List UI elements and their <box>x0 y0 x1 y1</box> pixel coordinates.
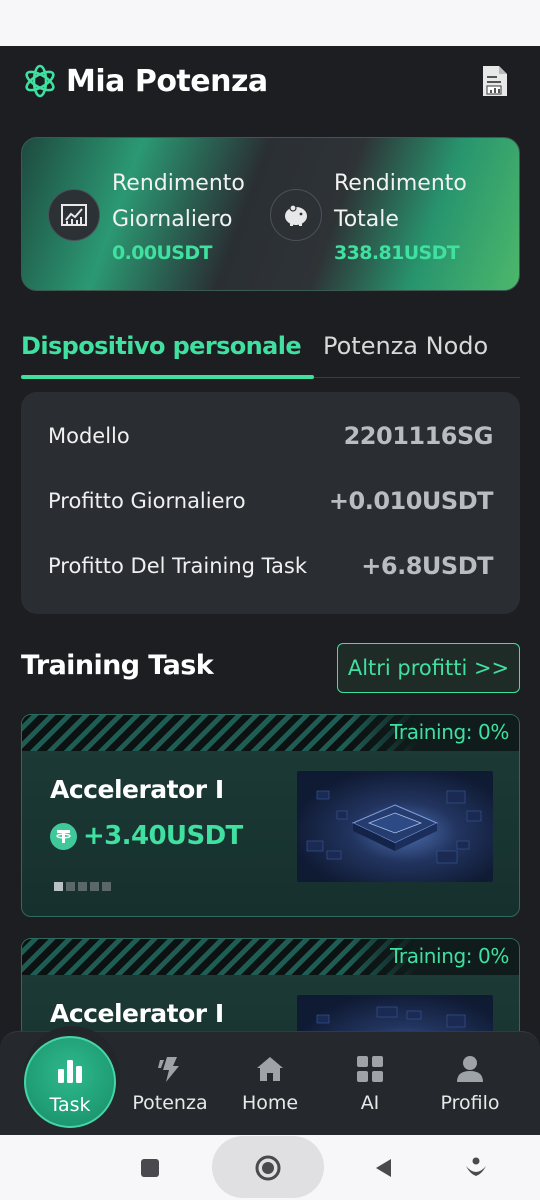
level-dot <box>54 882 63 891</box>
daily-earnings-value: 0.00USDT <box>112 242 213 264</box>
back-triangle-icon <box>376 1158 391 1177</box>
earnings-summary-card: Rendimento Giornaliero 0.00USDT Rendimen… <box>21 137 520 291</box>
more-profits-button[interactable]: Altri profitti >> <box>337 643 520 693</box>
nav-label: Potenza <box>132 1092 208 1114</box>
nav-label: Task <box>49 1094 91 1116</box>
nav-label: AI <box>360 1092 380 1114</box>
square-icon <box>141 1158 159 1177</box>
user-icon <box>457 1056 483 1082</box>
device-row-model: Modello 2201116SG <box>48 422 494 450</box>
home-button[interactable] <box>248 1135 288 1200</box>
task-status: Training: 0% <box>390 720 509 744</box>
home-icon <box>257 1057 283 1081</box>
device-row-label: Profitto Giornaliero <box>48 489 246 513</box>
daily-earnings: Rendimento Giornaliero 0.00USDT <box>48 166 272 264</box>
device-row-label: Profitto Del Training Task <box>48 554 307 578</box>
device-row-value: +0.010USDT <box>328 487 494 515</box>
device-info-card: Modello 2201116SG Profitto Giornaliero +… <box>21 392 520 614</box>
bar-chart-icon <box>58 1060 82 1083</box>
nav-item-profilo[interactable]: Profilo <box>420 1032 520 1136</box>
report-icon[interactable] <box>480 64 510 98</box>
circle-icon <box>255 1155 281 1180</box>
task-card[interactable]: Training: 0% Accelerator I +3.40USDT <box>21 714 520 917</box>
tab-node-power[interactable]: Potenza Nodo <box>323 332 488 360</box>
daily-earnings-label: Rendimento Giornaliero <box>112 171 245 232</box>
device-row-task-profit: Profitto Del Training Task +6.8USDT <box>48 552 493 580</box>
app-header: Mia Potenza <box>0 46 540 116</box>
level-dot <box>90 882 99 891</box>
page-title: Mia Potenza <box>66 63 268 99</box>
logo-icon <box>25 64 55 98</box>
grid-icon <box>357 1056 383 1082</box>
task-name: Accelerator I <box>50 999 224 1028</box>
chip-image <box>297 771 493 882</box>
device-tabs: Dispositivo personale Potenza Nodo <box>21 328 520 379</box>
assistant-icon <box>466 1157 486 1176</box>
nav-item-potenza[interactable]: Potenza <box>120 1032 220 1136</box>
task-name: Accelerator I <box>50 775 224 804</box>
nav-item-home[interactable]: Home <box>220 1032 320 1136</box>
lightning-icon <box>158 1057 179 1082</box>
status-bar <box>0 0 540 46</box>
level-indicator <box>54 882 111 891</box>
nav-label: Home <box>241 1092 299 1114</box>
level-dot <box>102 882 111 891</box>
nav-item-task[interactable]: Task <box>24 1036 116 1128</box>
piggy-bank-icon <box>270 189 322 241</box>
chart-icon <box>48 189 100 241</box>
nav-label: Profilo <box>440 1092 500 1114</box>
recents-button[interactable] <box>130 1135 170 1200</box>
device-row-label: Modello <box>48 424 130 448</box>
level-dot <box>78 882 87 891</box>
level-dot <box>66 882 75 891</box>
device-row-value: +6.8USDT <box>361 552 493 580</box>
assistant-button[interactable] <box>456 1135 496 1200</box>
system-navigation-bar <box>0 1135 540 1200</box>
tab-personal-device[interactable]: Dispositivo personale <box>21 332 302 360</box>
active-tab-indicator <box>21 375 314 379</box>
total-earnings-value: 338.81USDT <box>334 242 460 264</box>
device-row-value: 2201116SG <box>343 422 494 450</box>
total-earnings-label: Rendimento Totale <box>334 171 467 232</box>
back-button[interactable] <box>364 1135 404 1200</box>
device-row-daily-profit: Profitto Giornaliero +0.010USDT <box>48 487 494 515</box>
task-reward: +3.40USDT <box>50 821 243 851</box>
task-status: Training: 0% <box>390 944 509 968</box>
total-earnings: Rendimento Totale 338.81USDT <box>270 166 494 264</box>
training-task-title: Training Task <box>21 650 214 681</box>
nav-item-ai[interactable]: AI <box>320 1032 420 1136</box>
tether-icon <box>50 822 77 850</box>
reward-value: +3.40USDT <box>83 821 243 851</box>
